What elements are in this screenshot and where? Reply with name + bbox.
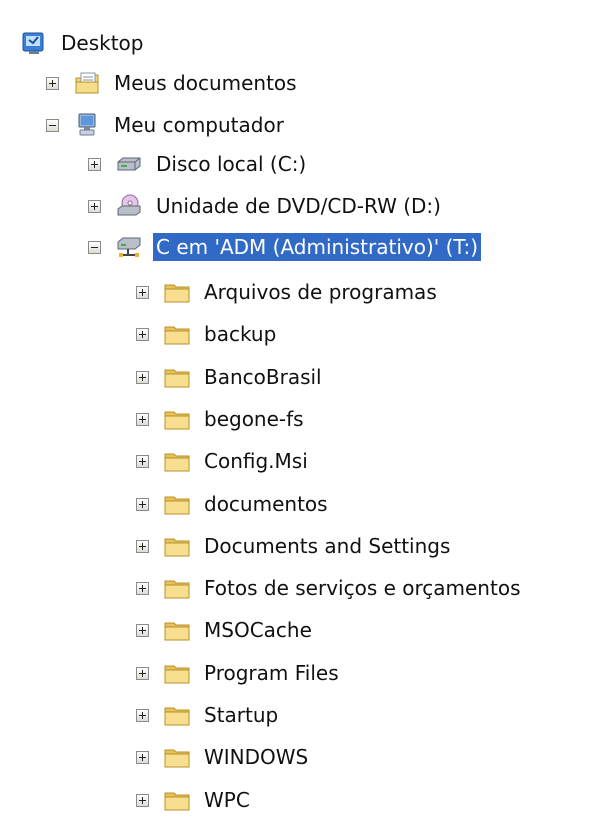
expand-plus-icon[interactable] (136, 666, 149, 680)
expand-plus-icon[interactable] (136, 285, 149, 299)
expand-plus-icon[interactable] (136, 412, 149, 426)
expand-plus-icon[interactable] (88, 199, 101, 213)
expand-plus-icon[interactable] (136, 539, 149, 553)
tree-node-label: Startup (204, 703, 279, 727)
tree-node-folder[interactable]: MSOCache (136, 613, 315, 647)
tree-node-folder[interactable]: Arquivos de programas (136, 275, 440, 309)
folder-icon (163, 278, 191, 306)
tree-node-desktop[interactable]: Desktop (20, 26, 146, 60)
tree-node-label: Fotos de serviços e orçamentos (204, 576, 521, 600)
expand-plus-icon[interactable] (136, 623, 149, 637)
tree-node-label: Documents and Settings (204, 534, 451, 558)
tree-node-label: Unidade de DVD/CD-RW (D:) (156, 194, 441, 218)
tree-node-label: WINDOWS (204, 745, 309, 769)
expand-plus-icon[interactable] (136, 708, 149, 722)
network-drive-icon (115, 233, 143, 261)
tree-node-label: documentos (204, 492, 328, 516)
tree-node-label: backup (204, 322, 277, 346)
tree-node-folder[interactable]: BancoBrasil (136, 360, 325, 394)
expand-plus-icon[interactable] (136, 454, 149, 468)
folder-icon (163, 574, 191, 602)
tree-node-label: Config.Msi (204, 449, 308, 473)
folder-icon (163, 490, 191, 518)
tree-node-network-drive[interactable]: C em 'ADM (Administrativo)' (T:) (88, 230, 481, 264)
expand-plus-icon[interactable] (46, 76, 59, 90)
tree-node-label: Desktop (61, 31, 144, 55)
tree-node-my-computer[interactable]: Meu computador (46, 108, 287, 142)
tree-node-label: BancoBrasil (204, 365, 322, 389)
desktop-icon (20, 29, 48, 57)
folder-icon (163, 743, 191, 771)
tree-node-label-selected: C em 'ADM (Administrativo)' (T:) (153, 233, 481, 261)
my-documents-icon (73, 69, 101, 97)
tree-node-folder[interactable]: WINDOWS (136, 740, 311, 774)
tree-node-folder[interactable]: backup (136, 317, 279, 351)
dvd-drive-icon (115, 192, 143, 220)
folder-icon (163, 701, 191, 729)
tree-node-my-documents[interactable]: Meus documentos (46, 66, 300, 100)
tree-node-label: Arquivos de programas (204, 280, 437, 304)
tree-node-label: Program Files (204, 661, 339, 685)
expand-plus-icon[interactable] (136, 327, 149, 341)
tree-node-local-disk[interactable]: Disco local (C:) (88, 147, 309, 181)
tree-node-label: begone-fs (204, 407, 304, 431)
tree-node-folder[interactable]: Documents and Settings (136, 529, 453, 563)
tree-node-folder[interactable]: WPC (136, 783, 253, 817)
tree-node-folder[interactable]: Startup (136, 698, 281, 732)
expand-plus-icon[interactable] (136, 581, 149, 595)
expand-plus-icon[interactable] (136, 750, 149, 764)
expand-plus-icon[interactable] (136, 497, 149, 511)
local-disk-icon (115, 150, 143, 178)
folder-icon (163, 405, 191, 433)
folder-icon (163, 659, 191, 687)
tree-node-folder[interactable]: documentos (136, 487, 331, 521)
folder-icon (163, 447, 191, 475)
my-computer-icon (73, 111, 101, 139)
expand-plus-icon[interactable] (136, 370, 149, 384)
folder-icon (163, 532, 191, 560)
tree-node-label: Meus documentos (114, 71, 297, 95)
collapse-minus-icon[interactable] (88, 240, 101, 254)
folder-icon (163, 786, 191, 814)
expand-plus-icon[interactable] (136, 793, 149, 807)
tree-node-label: Meu computador (114, 113, 284, 137)
tree-node-folder[interactable]: Config.Msi (136, 444, 311, 478)
tree-node-label: Disco local (C:) (156, 152, 307, 176)
folder-icon (163, 363, 191, 391)
tree-node-folder[interactable]: Fotos de serviços e orçamentos (136, 571, 523, 605)
tree-node-label: MSOCache (204, 618, 312, 642)
collapse-minus-icon[interactable] (46, 118, 59, 132)
tree-node-folder[interactable]: begone-fs (136, 402, 307, 436)
tree-node-dvd-drive[interactable]: Unidade de DVD/CD-RW (D:) (88, 189, 444, 223)
tree-node-folder[interactable]: Program Files (136, 656, 342, 690)
expand-plus-icon[interactable] (88, 157, 101, 171)
folder-tree: Desktop Meus documentos Meu computador D… (0, 0, 611, 814)
folder-icon (163, 616, 191, 644)
tree-node-label: WPC (204, 788, 250, 812)
folder-icon (163, 320, 191, 348)
